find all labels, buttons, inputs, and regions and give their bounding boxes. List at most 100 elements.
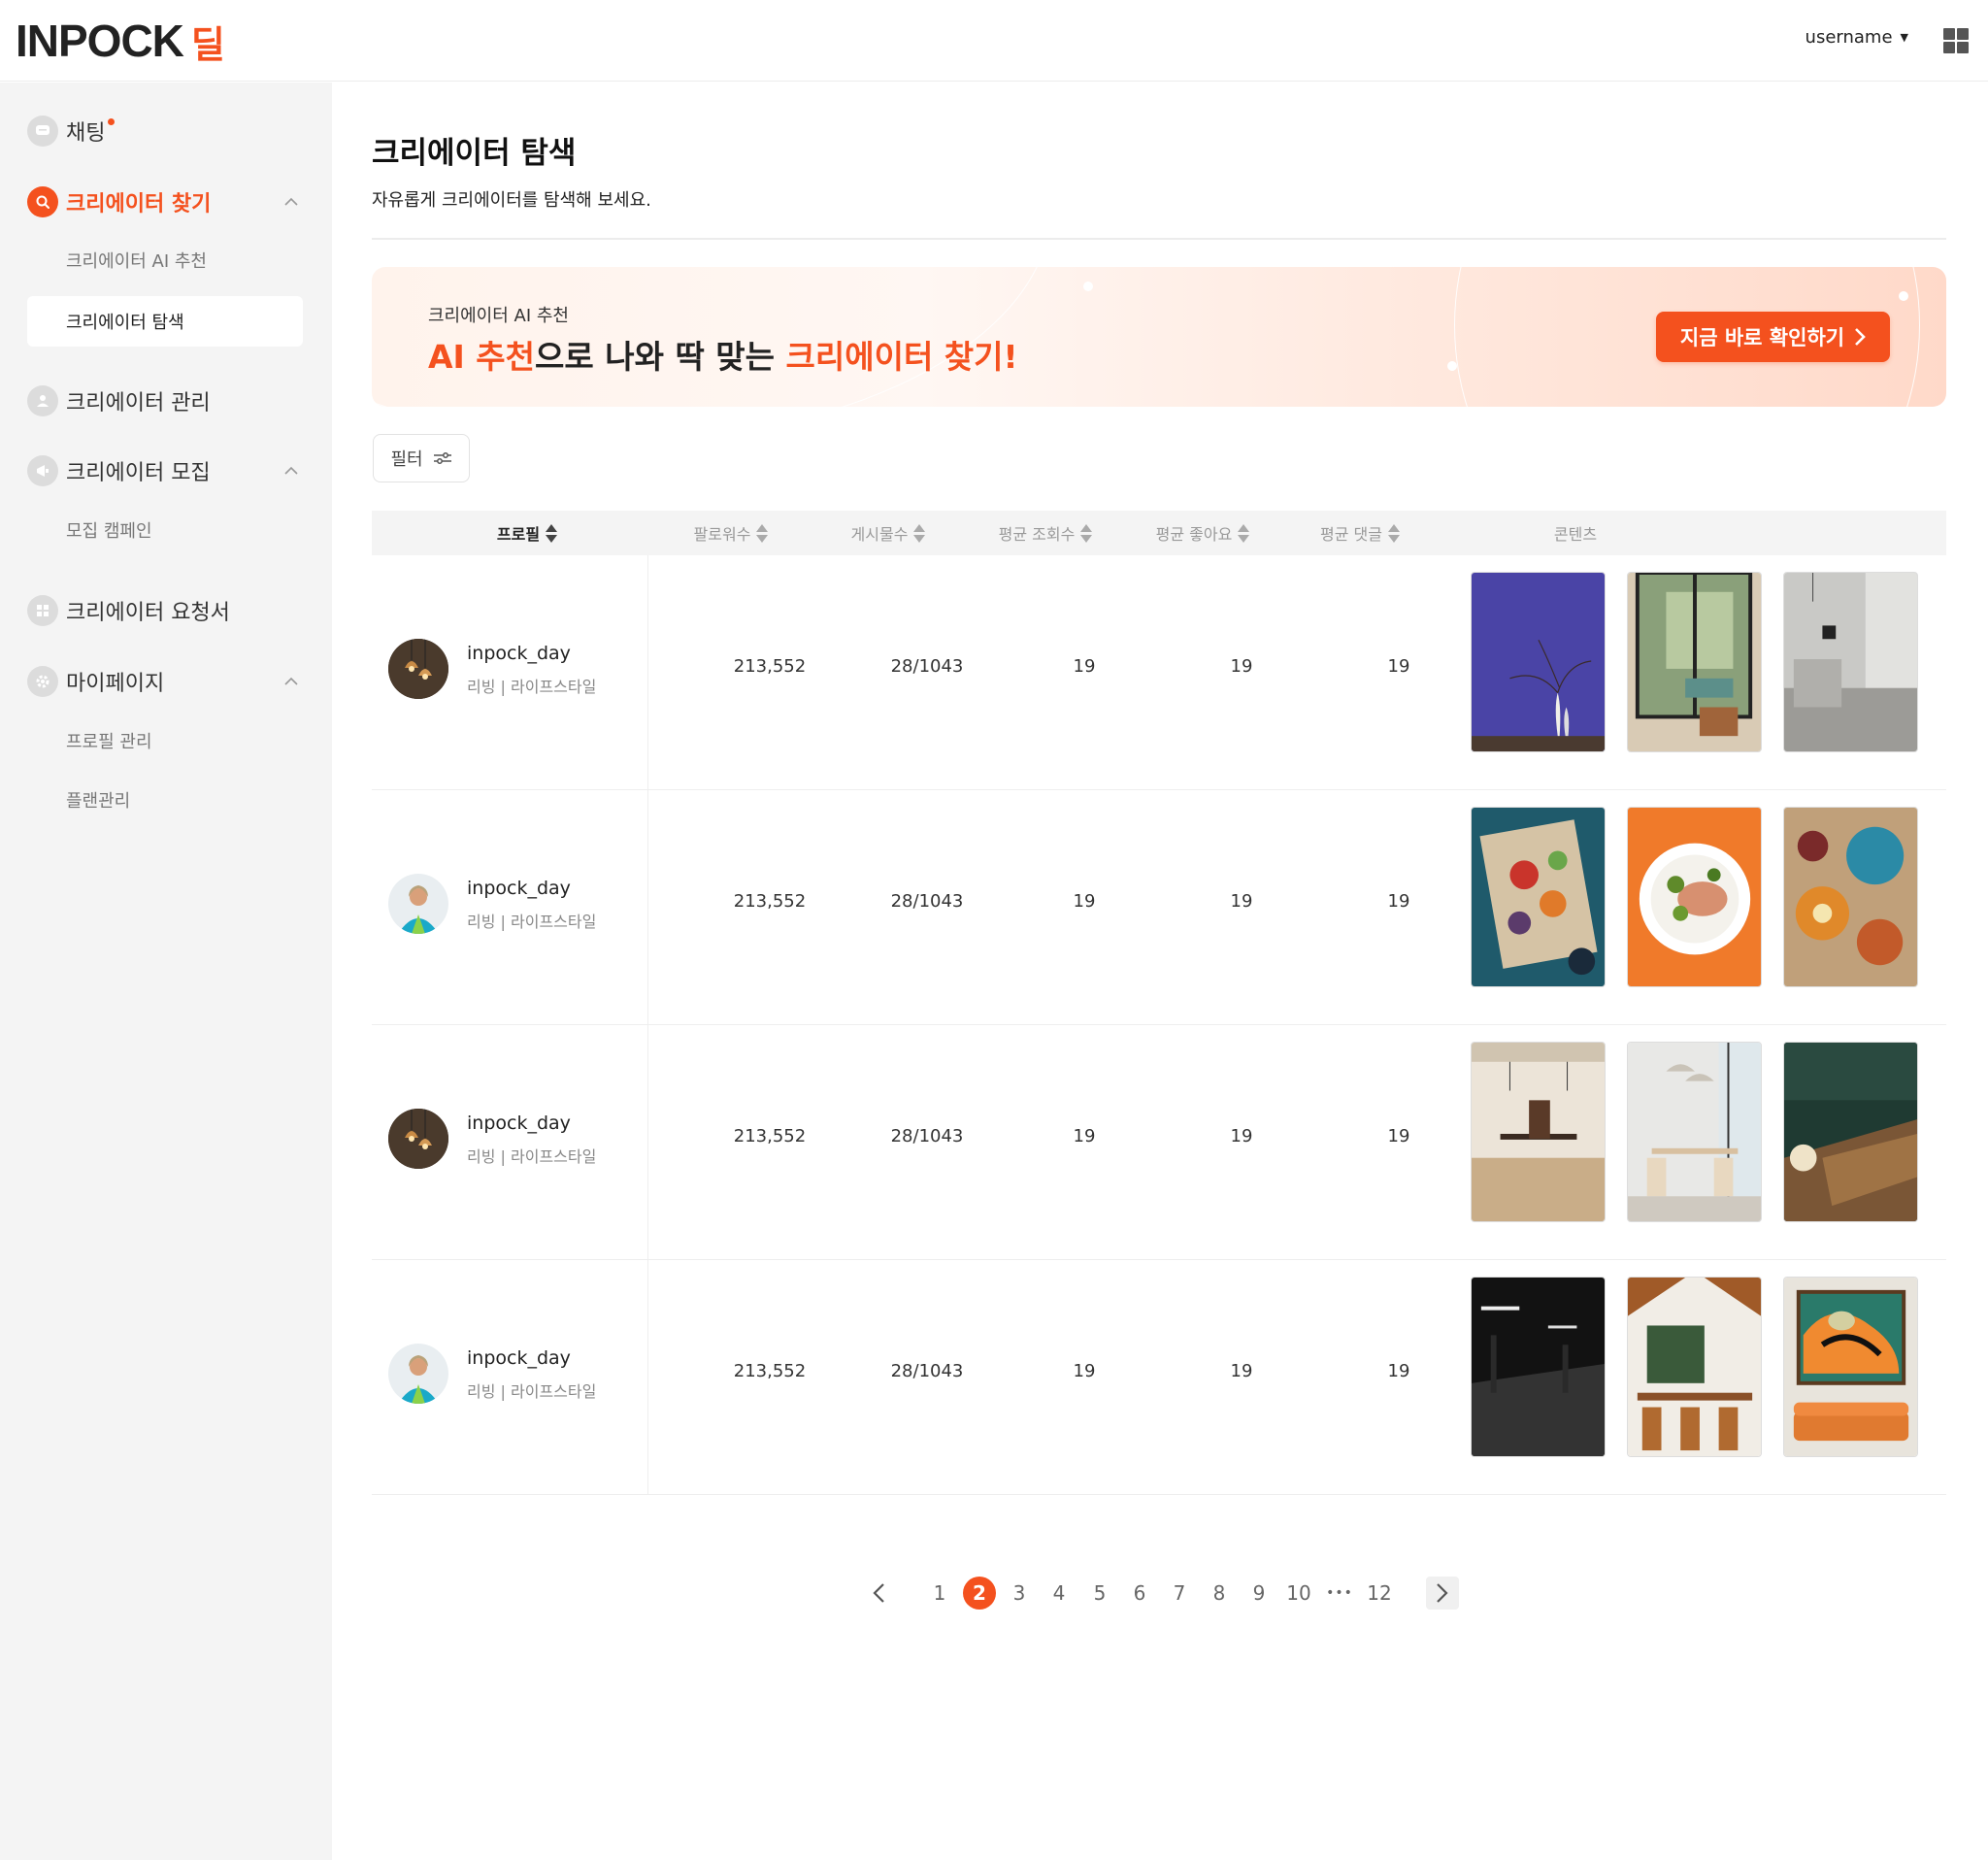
user-menu-dropdown[interactable]: username ▼: [1806, 27, 1908, 48]
creator-category: 리빙 | 라이프스타일: [467, 678, 597, 696]
chevron-right-icon: [1437, 1583, 1448, 1603]
content-thumbnail-purple-vase[interactable]: [1471, 572, 1606, 752]
page-button[interactable]: 5: [1083, 1577, 1116, 1610]
column-header-avg-comments[interactable]: 평균 댓글: [1282, 511, 1438, 555]
chevron-up-icon[interactable]: [283, 674, 299, 689]
column-divider: [647, 1025, 648, 1260]
filter-button[interactable]: 필터: [373, 434, 470, 482]
pagination-ellipsis: •••: [1326, 1585, 1353, 1601]
page-button[interactable]: 10: [1282, 1577, 1315, 1610]
chat-icon: [27, 116, 58, 147]
sidebar-subitem-plan-manage[interactable]: 플랜관리: [66, 787, 130, 813]
column-header-avg-likes[interactable]: 평균 좋아요: [1125, 511, 1280, 555]
creator-username[interactable]: inpock_day: [467, 1113, 571, 1134]
creator-category: 리빙 | 라이프스타일: [467, 1147, 597, 1166]
creator-username[interactable]: inpock_day: [467, 643, 571, 664]
creator-username[interactable]: inpock_day: [467, 1347, 571, 1369]
page-button[interactable]: 1: [923, 1577, 956, 1610]
title-divider: [372, 238, 1946, 240]
avg-comments-cell: 19: [1387, 1361, 1410, 1381]
posts-cell: 28/1043: [890, 1361, 964, 1381]
sort-icon: [1387, 523, 1400, 543]
page-button[interactable]: 8: [1203, 1577, 1236, 1610]
followers-cell: 213,552: [733, 1126, 807, 1146]
content-thumbnail-dark-garage[interactable]: [1471, 1277, 1606, 1457]
content-thumbnail-wood-dining-room[interactable]: [1471, 1042, 1606, 1222]
avg-likes-cell: 19: [1230, 1126, 1253, 1146]
creator-avatar[interactable]: [388, 1109, 448, 1169]
page-button[interactable]: 3: [1003, 1577, 1036, 1610]
avg-views-cell: 19: [1073, 891, 1096, 912]
banner-eyebrow: 크리에이터 AI 추천: [428, 306, 569, 326]
avg-likes-cell: 19: [1230, 1361, 1253, 1381]
sort-icon: [756, 523, 769, 543]
posts-cell: 28/1043: [890, 656, 964, 677]
column-header-posts[interactable]: 게시물수: [811, 511, 966, 555]
posts-cell: 28/1043: [890, 891, 964, 912]
content-thumbnail-abstract-art-sofa[interactable]: [1783, 1277, 1918, 1457]
column-divider: [647, 790, 648, 1025]
chevron-left-icon: [873, 1583, 884, 1603]
table-row[interactable]: inpock_day 리빙 | 라이프스타일 213,552 28/1043 19 19 1…: [372, 1025, 1946, 1260]
page-button[interactable]: 7: [1163, 1577, 1196, 1610]
sidebar-item-label: 크리에이터 요청서: [66, 601, 230, 625]
page-button-active[interactable]: 2: [963, 1577, 996, 1610]
prev-page-button[interactable]: [862, 1577, 895, 1610]
followers-cell: 213,552: [733, 891, 807, 912]
table-header: 프로필 팔로워수 게시물수 평균 조회수 평균 좋아요 평균 댓글 콘텐츠: [372, 511, 1946, 555]
next-page-button[interactable]: [1426, 1577, 1459, 1610]
sidebar-item-chat[interactable]: 채팅: [27, 112, 116, 150]
column-divider: [647, 1260, 648, 1495]
banner-decoration-dot: [1899, 291, 1908, 301]
avg-comments-cell: 19: [1387, 656, 1410, 677]
sidebar-item-creator-recruit[interactable]: 크리에이터 모집: [27, 451, 211, 490]
table-row[interactable]: inpock_day 리빙 | 라이프스타일 213,552 28/1043 19 19 1…: [372, 1260, 1946, 1495]
apps-grid-icon[interactable]: [1943, 28, 1969, 53]
sidebar-item-creator-manage[interactable]: 크리에이터 관리: [27, 382, 211, 420]
creator-avatar[interactable]: [388, 1344, 448, 1404]
content-thumbnail-food-platter-teal[interactable]: [1471, 807, 1606, 987]
creator-username[interactable]: inpock_day: [467, 878, 571, 899]
column-header-contents: 콘텐츠: [1553, 525, 1598, 544]
creator-avatar[interactable]: [388, 639, 448, 699]
top-header: INPOCK 딜 username ▼: [0, 0, 1988, 82]
page-button[interactable]: 6: [1123, 1577, 1156, 1610]
content-thumbnail-green-cabinet-table[interactable]: [1783, 1042, 1918, 1222]
sidebar-item-mypage[interactable]: 마이페이지: [27, 662, 164, 701]
creator-avatar[interactable]: [388, 874, 448, 934]
page-button[interactable]: 9: [1242, 1577, 1276, 1610]
content-thumbnail-wood-cafe[interactable]: [1627, 1277, 1762, 1457]
page-subtitle: 자유롭게 크리에이터를 탐색해 보세요.: [372, 190, 651, 211]
page-title: 크리에이터 탐색: [372, 136, 577, 171]
chevron-up-icon[interactable]: [283, 463, 299, 479]
table-row[interactable]: inpock_day 리빙 | 라이프스타일 213,552 28/1043 19 19 1…: [372, 790, 1946, 1025]
content-thumbnail-glass-door-patio[interactable]: [1627, 572, 1762, 752]
sidebar-subitem-profile-manage[interactable]: 프로필 관리: [66, 728, 152, 753]
banner-headline-highlight: 크리에이터 찾기!: [785, 338, 1018, 376]
content-thumbnail-bright-dining-room[interactable]: [1627, 1042, 1762, 1222]
check-now-label: 지금 바로 확인하기: [1679, 326, 1845, 349]
sort-icon: [546, 523, 558, 543]
sidebar-subitem-creator-search[interactable]: 크리에이터 탐색: [27, 296, 303, 347]
content-thumbnail-food-table-top[interactable]: [1783, 807, 1918, 987]
ai-recommend-banner[interactable]: 크리에이터 AI 추천 AI 추천으로 나와 딱 맞는 크리에이터 찾기! 지금…: [372, 267, 1946, 407]
page-button[interactable]: 4: [1043, 1577, 1076, 1610]
column-header-avg-views[interactable]: 평균 조회수: [968, 511, 1123, 555]
sidebar-item-label: 크리에이터 모집: [66, 461, 211, 485]
check-now-button[interactable]: 지금 바로 확인하기: [1656, 312, 1890, 362]
sidebar-subitem-ai-recommend[interactable]: 크리에이터 AI 추천: [66, 248, 207, 273]
inpock-deal-logo[interactable]: INPOCK 딜: [16, 16, 225, 66]
content-thumbnail-grey-kitchen[interactable]: [1783, 572, 1918, 752]
page-button-last[interactable]: 12: [1363, 1577, 1396, 1610]
logo-text: INPOCK: [16, 16, 184, 66]
column-header-followers[interactable]: 팔로워수: [653, 511, 809, 555]
sidebar-item-creator-request[interactable]: 크리에이터 요청서: [27, 591, 230, 630]
sidebar-subitem-recruit-campaign[interactable]: 모집 캠페인: [66, 517, 152, 543]
chevron-right-icon: [1855, 328, 1866, 346]
chevron-up-icon[interactable]: [283, 194, 299, 210]
content-thumbnail-salmon-plate-orange[interactable]: [1627, 807, 1762, 987]
sidebar-item-find-creator[interactable]: 크리에이터 찾기: [27, 183, 211, 221]
avg-views-cell: 19: [1073, 1361, 1096, 1381]
column-header-profile[interactable]: 프로필: [449, 511, 605, 555]
table-row[interactable]: inpock_day 리빙 | 라이프스타일 213,552 28/1043 19 19 1…: [372, 555, 1946, 790]
